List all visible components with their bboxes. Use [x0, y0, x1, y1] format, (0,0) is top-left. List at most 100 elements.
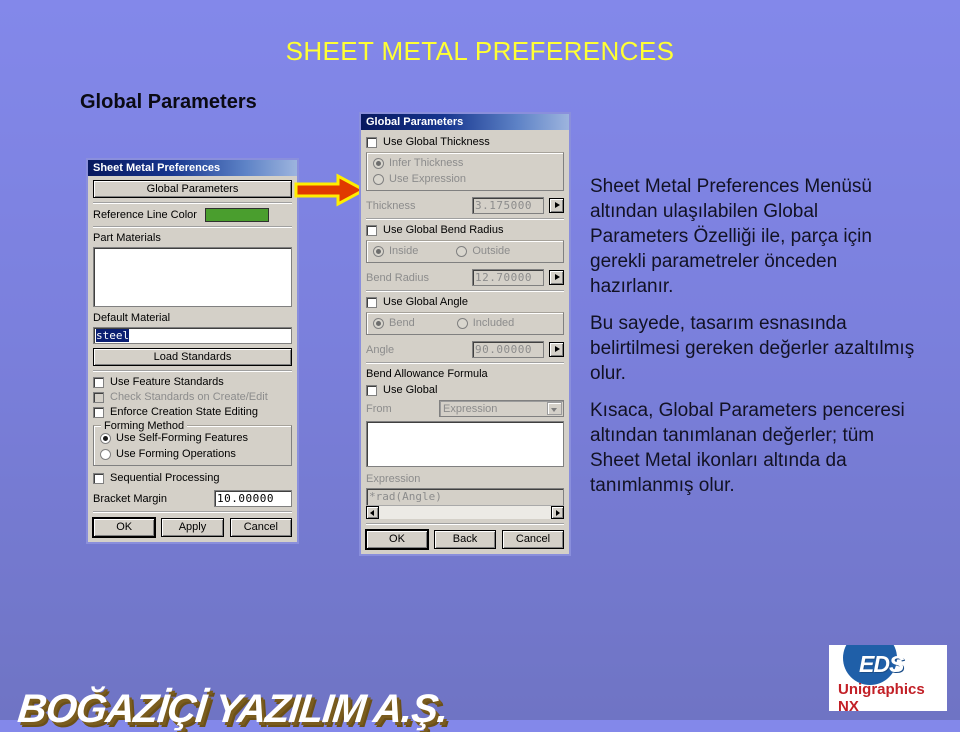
part-materials-label: Part Materials [93, 232, 161, 244]
use-global-thickness-label: Use Global Thickness [383, 136, 490, 148]
scroll-right-button[interactable] [551, 506, 564, 519]
description-text: Sheet Metal Preferences Menüsü altından … [590, 174, 920, 510]
right-dialog-button-row: OK Back Cancel [366, 530, 564, 549]
apply-button[interactable]: Apply [161, 518, 224, 537]
bend-radius-expression-button[interactable] [549, 270, 564, 285]
use-forming-operations-label: Use Forming Operations [116, 448, 236, 460]
expression-horizontal-scrollbar[interactable] [366, 505, 564, 519]
right-arrow-icon [294, 173, 368, 207]
thickness-mode-group: Infer Thickness Use Expression [366, 152, 564, 191]
enforce-creation-state-editing-row[interactable]: Enforce Creation State Editing [93, 406, 292, 418]
divider [366, 290, 564, 292]
included-label: Included [472, 317, 515, 329]
use-global-angle-checkbox[interactable] [366, 296, 377, 308]
ok-button[interactable]: OK [93, 518, 156, 537]
sequential-processing-checkbox[interactable] [93, 472, 104, 484]
inside-radio [373, 245, 384, 257]
use-feature-standards-checkbox[interactable] [93, 376, 104, 388]
infer-thickness-label: Infer Thickness [389, 157, 464, 169]
scroll-left-button[interactable] [366, 506, 379, 519]
infer-thickness-row: Infer Thickness [373, 157, 557, 169]
bend-radio [373, 317, 384, 329]
infer-thickness-radio [373, 157, 384, 169]
check-standards-on-create-edit-label: Check Standards on Create/Edit [110, 391, 268, 403]
outside-radio [456, 245, 468, 257]
check-standards-on-create-edit-checkbox [93, 391, 104, 403]
ok-button[interactable]: OK [366, 530, 428, 549]
reference-line-color-label: Reference Line Color [93, 209, 197, 221]
use-self-forming-features-label: Use Self-Forming Features [116, 432, 249, 444]
use-global-thickness-checkbox[interactable] [366, 136, 377, 148]
section-heading: Global Parameters [80, 91, 257, 113]
use-expression-radio [373, 173, 384, 185]
bend-label: Bend [389, 317, 415, 329]
angle-mode-row: Bend Included [373, 317, 557, 329]
forming-method-group: Forming Method Use Self-Forming Features… [93, 420, 292, 466]
bend-radius-input: 12.70000 [472, 269, 544, 286]
use-global-bend-radius-row[interactable]: Use Global Bend Radius [366, 224, 564, 236]
angle-input: 90.00000 [472, 341, 544, 358]
bend-allowance-listbox[interactable] [366, 421, 564, 467]
cancel-button[interactable]: Cancel [229, 518, 292, 537]
use-global-checkbox[interactable] [366, 384, 377, 396]
forming-method-legend: Forming Method [101, 420, 188, 432]
use-global-angle-row[interactable]: Use Global Angle [366, 296, 564, 308]
use-expression-label: Use Expression [389, 173, 467, 185]
divider [366, 523, 564, 525]
use-forming-operations-radio[interactable] [100, 448, 111, 460]
use-global-bend-radius-label: Use Global Bend Radius [383, 224, 504, 236]
expression-label: Expression [366, 473, 421, 485]
paragraph-2: Bu sayede, tasarım esnasında belirtilmes… [590, 313, 915, 384]
chevron-down-icon[interactable] [547, 402, 562, 415]
bracket-margin-input[interactable]: 10.00000 [214, 490, 292, 507]
divider [93, 202, 292, 204]
dialog-titlebar: Global Parameters [361, 114, 569, 130]
use-self-forming-features-row[interactable]: Use Self-Forming Features [100, 432, 285, 444]
page-title: SHEET METAL PREFERENCES [285, 36, 675, 66]
use-global-thickness-row[interactable]: Use Global Thickness [366, 136, 564, 148]
from-dropdown[interactable]: Expression [439, 400, 564, 417]
angle-row: Angle 90.00000 [366, 341, 564, 358]
back-button[interactable]: Back [434, 530, 496, 549]
thickness-expression-button[interactable] [549, 198, 564, 213]
eds-unigraphics-logo: EDS Unigraphics NX [829, 645, 947, 711]
default-material-input[interactable]: steel [93, 327, 292, 344]
default-material-label: Default Material [93, 312, 171, 324]
use-global-row[interactable]: Use Global [366, 384, 564, 396]
divider [93, 511, 292, 513]
scroll-track[interactable] [379, 506, 551, 519]
reference-line-color-row: Reference Line Color [93, 208, 292, 222]
thickness-label: Thickness [366, 199, 416, 212]
use-forming-operations-row[interactable]: Use Forming Operations [100, 448, 285, 460]
bend-radius-mode-row: Inside Outside [373, 245, 557, 257]
angle-expression-button[interactable] [549, 342, 564, 357]
global-parameters-dialog: Global Parameters Use Global Thickness I… [359, 112, 571, 556]
load-standards-button[interactable]: Load Standards [93, 348, 292, 366]
use-self-forming-features-radio[interactable] [100, 432, 111, 444]
from-row: From Expression [366, 400, 564, 417]
reference-line-color-swatch[interactable] [204, 208, 269, 222]
bend-radius-label: Bend Radius [366, 271, 429, 284]
cancel-button[interactable]: Cancel [502, 530, 564, 549]
bracket-margin-label: Bracket Margin [93, 492, 167, 505]
paragraph-1: Sheet Metal Preferences Menüsü altından … [590, 176, 872, 297]
use-global-bend-radius-checkbox[interactable] [366, 224, 377, 236]
inside-label: Inside [389, 245, 419, 257]
divider [93, 226, 292, 228]
dialog-titlebar: Sheet Metal Preferences [88, 160, 297, 176]
default-material-value: steel [96, 329, 130, 342]
bend-allowance-formula-heading: Bend Allowance Formula [366, 368, 488, 380]
enforce-creation-state-editing-checkbox[interactable] [93, 406, 104, 418]
global-parameters-button[interactable]: Global Parameters [93, 180, 292, 198]
sequential-processing-row[interactable]: Sequential Processing [93, 472, 292, 484]
part-materials-listbox[interactable] [93, 247, 292, 307]
divider [93, 370, 292, 372]
bend-radius-row: Bend Radius 12.70000 [366, 269, 564, 286]
paragraph-3: Kısaca, Global Parameters penceresi altı… [590, 400, 905, 496]
use-feature-standards-row[interactable]: Use Feature Standards [93, 376, 292, 388]
use-global-angle-label: Use Global Angle [383, 296, 468, 308]
from-selected-value: Expression [443, 402, 498, 415]
divider [366, 362, 564, 364]
divider [366, 218, 564, 220]
from-label: From [366, 402, 392, 415]
